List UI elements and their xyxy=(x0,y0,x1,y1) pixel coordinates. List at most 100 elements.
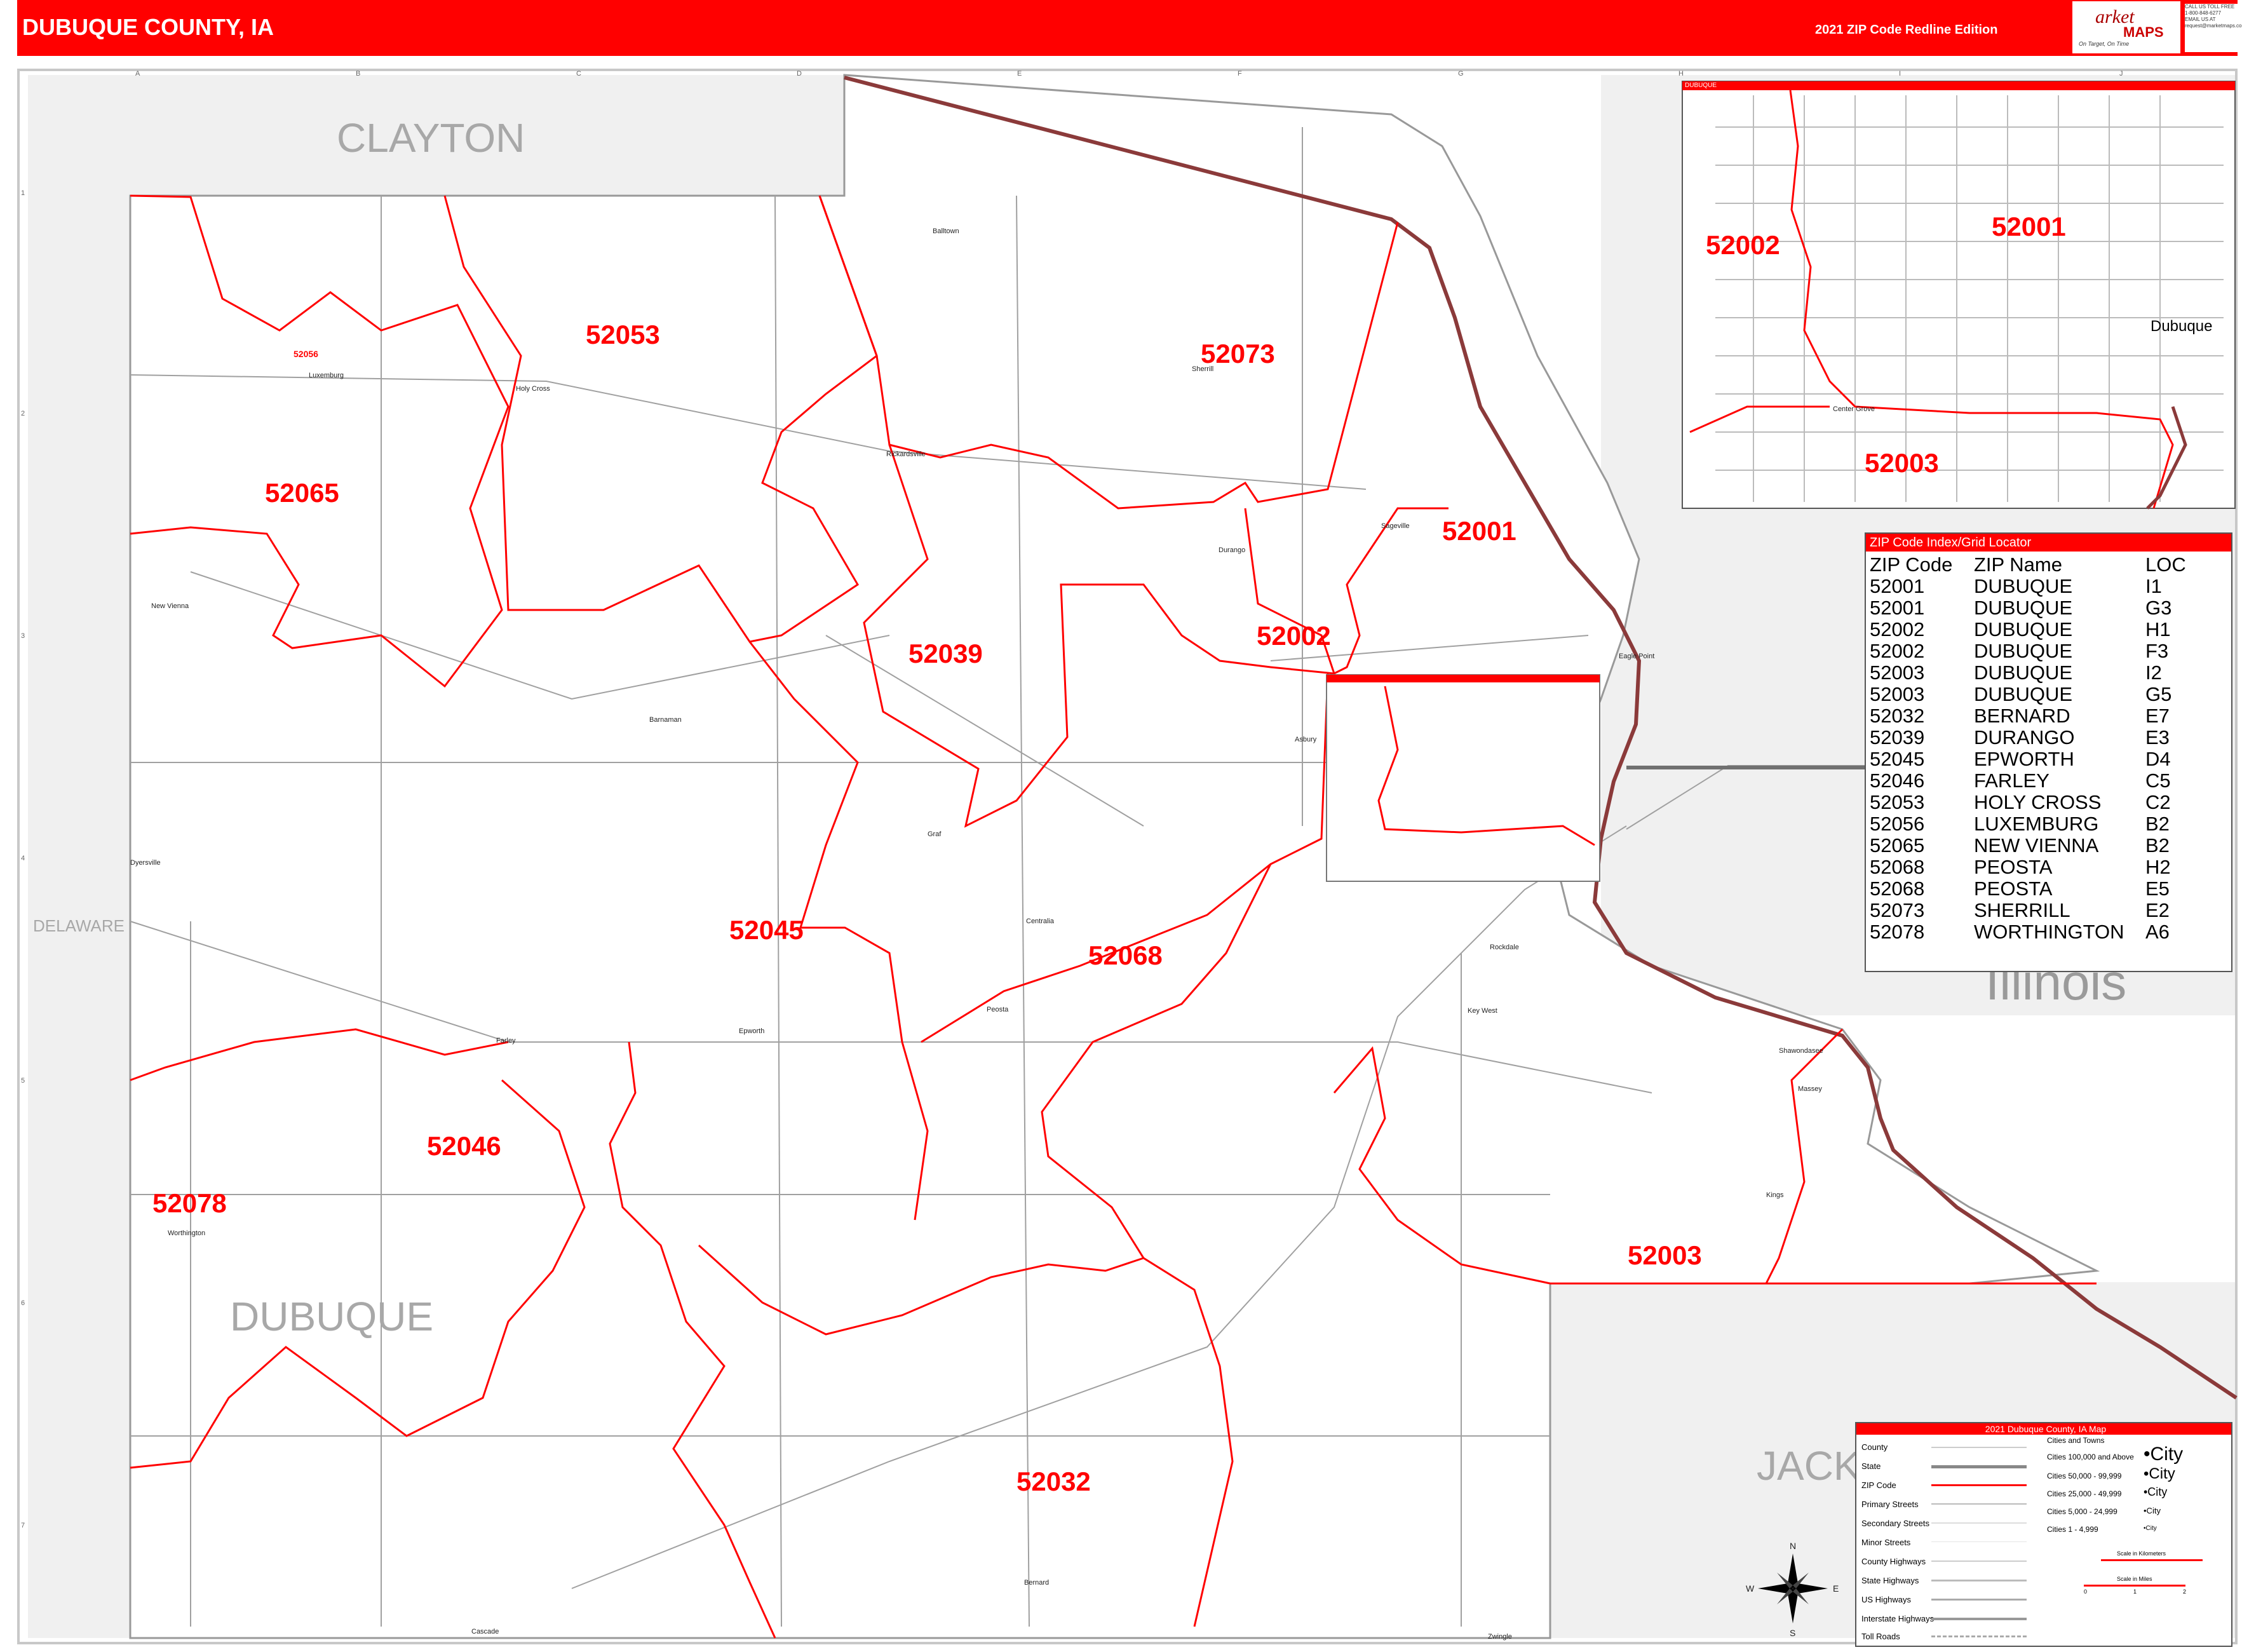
legend-sample-primary xyxy=(1931,1503,2027,1505)
table-row[interactable]: 52078 WORTHINGTON A6 xyxy=(1870,921,2186,943)
zip-label[interactable]: 52056 xyxy=(294,349,318,359)
zip-label[interactable]: 52046 xyxy=(427,1131,501,1161)
town-label: Dyersville xyxy=(130,859,161,867)
table-row[interactable]: 52068 PEOSTA H2 xyxy=(1870,856,2186,878)
table-row[interactable]: 52045 EPWORTH D4 xyxy=(1870,748,2186,770)
inset-city-label: Dubuque xyxy=(2151,318,2213,335)
grid-number: 3 xyxy=(21,632,25,640)
table-header-row: ZIP Code ZIP Name LOC xyxy=(1870,554,2186,576)
scale-tick: 2 xyxy=(2183,1588,2187,1595)
table-row[interactable]: 52056 LUXEMBURG B2 xyxy=(1870,813,2186,835)
town-label: Worthington xyxy=(168,1229,206,1237)
cell-name: FARLEY xyxy=(1974,769,2050,792)
compass-n: N xyxy=(1790,1541,1797,1551)
town-label: Peosta xyxy=(987,1006,1009,1013)
cell-name: EPWORTH xyxy=(1974,748,2074,770)
table-row[interactable]: 52001 DUBUQUE G3 xyxy=(1870,597,2186,619)
zip-label[interactable]: 52045 xyxy=(729,915,804,945)
cell-zip: 52001 xyxy=(1870,597,1925,619)
legend-title: 2021 Dubuque County, IA Map xyxy=(1856,1423,2231,1435)
table-row[interactable]: 52068 PEOSTA E5 xyxy=(1870,878,2186,900)
zip-label[interactable]: 52001 xyxy=(1442,516,1516,546)
zip-label[interactable]: 52003 xyxy=(1628,1240,1702,1271)
cell-name: DUBUQUE xyxy=(1974,661,2073,684)
table-row[interactable]: 52053 HOLY CROSS C2 xyxy=(1870,792,2186,813)
table-row[interactable]: 52046 FARLEY C5 xyxy=(1870,770,2186,792)
compass-s: S xyxy=(1790,1628,1796,1638)
town-label: Holy Cross xyxy=(516,385,550,393)
town-label: Cascade xyxy=(471,1628,499,1635)
zip-index-title: ZIP Code Index/Grid Locator xyxy=(1866,534,2231,552)
town-label: New Vienna xyxy=(151,602,189,610)
grid-number: 5 xyxy=(21,1077,25,1085)
cell-zip: 52002 xyxy=(1870,618,1925,640)
grid-number: 4 xyxy=(21,855,25,862)
cell-name: DUBUQUE xyxy=(1974,575,2073,597)
zip-label[interactable]: 52073 xyxy=(1201,339,1275,369)
zip-label[interactable]: 52039 xyxy=(908,639,983,669)
zip-label[interactable]: 52068 xyxy=(1088,940,1163,971)
compass-e: E xyxy=(1833,1583,1839,1594)
inset-locator-box[interactable] xyxy=(1326,674,1600,882)
zip-label[interactable]: 52002 xyxy=(1257,621,1331,651)
cell-name: DUBUQUE xyxy=(1974,683,2073,705)
cell-loc: C5 xyxy=(2145,769,2171,792)
table-row[interactable]: 52003 DUBUQUE G5 xyxy=(1870,684,2186,705)
grid-letter: C xyxy=(576,70,581,78)
cell-zip: 52039 xyxy=(1870,726,1925,748)
zip-label[interactable]: 52078 xyxy=(152,1188,227,1219)
grid-letter: J xyxy=(2119,70,2123,78)
inset-map[interactable] xyxy=(1682,81,2236,510)
cell-zip: 52001 xyxy=(1870,575,1925,597)
cell-name: PEOSTA xyxy=(1974,877,2053,900)
town-label: Rickardsville xyxy=(886,450,926,458)
table-row[interactable]: 52065 NEW VIENNA B2 xyxy=(1870,835,2186,856)
legend-item: Minor Streets xyxy=(1861,1538,1911,1547)
town-label: Centralia xyxy=(1026,917,1055,925)
town-label: Luxemburg xyxy=(309,372,344,379)
town-label: Sageville xyxy=(1381,522,1410,530)
zip-label[interactable]: 52053 xyxy=(586,320,660,350)
cell-loc: F3 xyxy=(2145,640,2169,662)
table-row[interactable]: 52002 DUBUQUE H1 xyxy=(1870,619,2186,640)
town-label: Barnaman xyxy=(649,716,682,724)
cell-name: DUBUQUE xyxy=(1974,640,2073,662)
scale-tick: 0 xyxy=(2084,1588,2088,1595)
county-label-clayton: CLAYTON xyxy=(337,115,525,161)
grid-letter: F xyxy=(1238,70,1242,78)
table-row[interactable]: 52003 DUBUQUE I2 xyxy=(1870,662,2186,684)
table-row[interactable]: 52001 DUBUQUE I1 xyxy=(1870,576,2186,597)
cell-name: LUXEMBURG xyxy=(1974,813,2099,835)
grid-letter: G xyxy=(1458,70,1464,78)
scale-km-label: Scale in Kilometers xyxy=(2117,1550,2166,1557)
table-row[interactable]: 52032 BERNARD E7 xyxy=(1870,705,2186,727)
table-row[interactable]: 52002 DUBUQUE F3 xyxy=(1870,640,2186,662)
table-row[interactable]: 52039 DURANGO E3 xyxy=(1870,727,2186,748)
legend-city-symbol: •City xyxy=(2144,1486,2168,1498)
grid-number: 2 xyxy=(21,410,25,417)
cell-zip: 52002 xyxy=(1870,640,1925,662)
cell-zip: 52068 xyxy=(1870,877,1925,900)
cell-loc: E2 xyxy=(2145,899,2170,921)
cell-name: NEW VIENNA xyxy=(1974,834,2099,856)
legend-item: US Highways xyxy=(1861,1595,1912,1604)
zip-label[interactable]: 52065 xyxy=(265,478,339,508)
inset-locator-header xyxy=(1327,675,1600,682)
compass-w: W xyxy=(1746,1583,1755,1594)
legend-city-class: Cities 50,000 - 99,999 xyxy=(2047,1472,2122,1480)
table-row[interactable]: 52073 SHERRILL E2 xyxy=(1870,900,2186,921)
inset-zip-label[interactable]: 52003 xyxy=(1865,448,1939,478)
scale-km-bar xyxy=(2101,1559,2203,1561)
town-label: Farley xyxy=(496,1037,516,1045)
town-label: Rockdale xyxy=(1490,944,1519,951)
cell-zip: 52078 xyxy=(1870,921,1925,943)
scale-mi-bar xyxy=(2084,1585,2185,1587)
zip-label[interactable]: 52032 xyxy=(1016,1466,1091,1497)
town-label: Balltown xyxy=(933,227,959,235)
town-label: Durango xyxy=(1219,546,1246,554)
inset-zip-label[interactable]: 52001 xyxy=(1992,212,2066,242)
cell-loc: G5 xyxy=(2145,683,2172,705)
legend-sample-interstate xyxy=(1931,1618,2027,1620)
inset-zip-label[interactable]: 52002 xyxy=(1706,230,1780,261)
town-label: Sherrill xyxy=(1192,365,1214,373)
